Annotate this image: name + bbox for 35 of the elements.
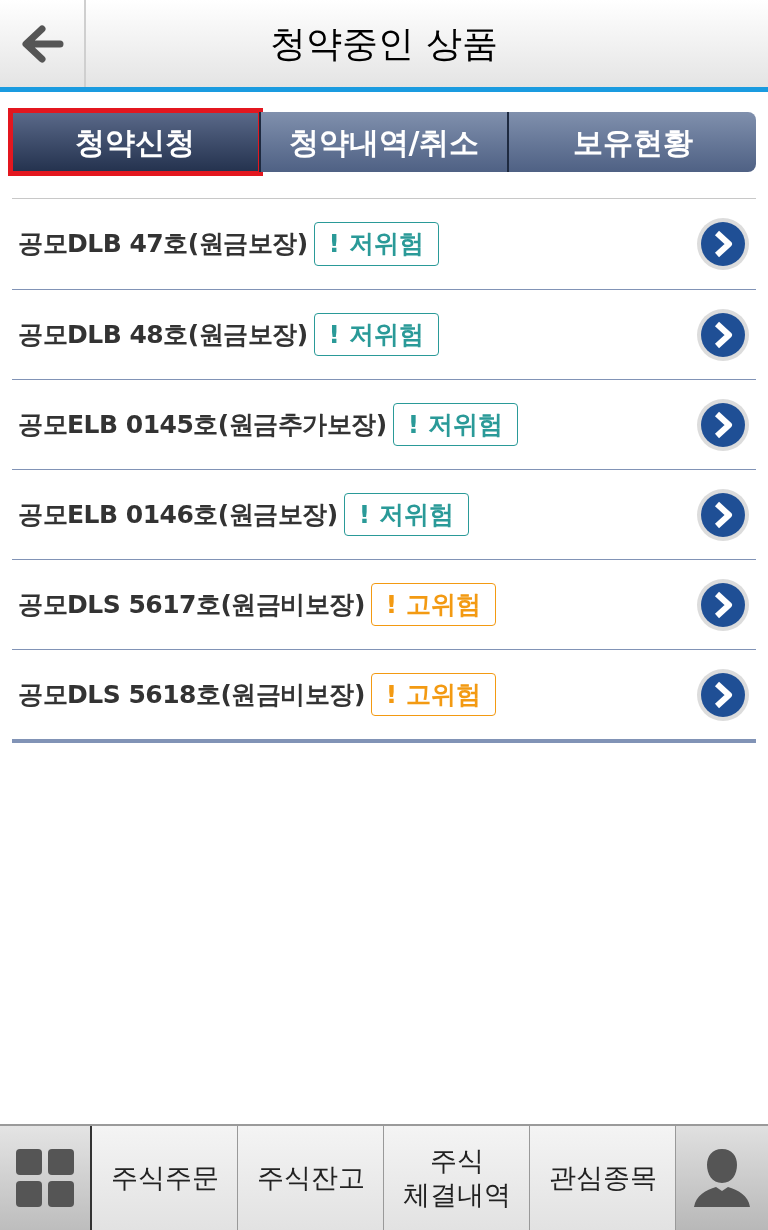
chevron-right-icon[interactable] [696,217,750,271]
product-name: 공모ELB 0146호(원금보장) [18,498,338,531]
product-row[interactable]: 공모DLB 48호(원금보장) ! 저위험 [12,289,756,379]
page-title: 청약중인 상품 [270,21,498,66]
tab[interactable]: 보유현황 [507,112,756,172]
shortcut-button[interactable]: 관심종목 [530,1126,676,1230]
risk-badge: ! 저위험 [313,222,439,266]
shortcut-button[interactable]: 주식잔고 [238,1126,384,1230]
product-row[interactable]: 공모DLB 47호(원금보장) ! 저위험 [12,199,756,289]
product-name: 공모DLS 5617호(원금비보장) [18,588,365,621]
risk-badge: ! 저위험 [313,312,439,357]
product-row[interactable]: 공모ELB 0146호(원금보장) ! 저위험 [12,469,756,559]
chevron-right-icon[interactable] [696,667,750,722]
chevron-right-icon[interactable] [696,307,750,362]
risk-badge: ! 고위험 [370,672,496,717]
product-name: 공모DLB 48호(원금보장) [18,318,308,351]
tab[interactable]: 청약내역/취소 [258,112,508,172]
menu-button[interactable] [0,1126,92,1230]
chevron-right-icon[interactable] [696,577,750,632]
product-name: 공모ELB 0145호(원금추가보장) [18,408,387,441]
grid-icon [15,1148,75,1208]
profile-button[interactable] [676,1126,768,1230]
product-row[interactable]: 공모DLS 5617호(원금비보장) ! 고위험 [12,559,756,649]
risk-badge: ! 저위험 [392,402,518,447]
shortcut-button[interactable]: 주식 체결내역 [384,1126,530,1230]
product-name: 공모DLB 47호(원금보장) [18,228,308,261]
risk-badge: ! 저위험 [343,492,469,537]
risk-badge: ! 고위험 [370,582,496,627]
product-row[interactable]: 공모DLS 5618호(원금비보장) ! 고위험 [12,649,756,739]
product-row[interactable]: 공모ELB 0145호(원금추가보장) ! 저위험 [12,379,756,469]
shortcut-button[interactable]: 주식주문 [92,1126,238,1230]
chevron-right-icon[interactable] [696,397,750,452]
product-name: 공모DLS 5618호(원금비보장) [18,678,365,711]
back-arrow-icon [20,23,64,64]
chevron-right-icon[interactable] [696,487,750,542]
